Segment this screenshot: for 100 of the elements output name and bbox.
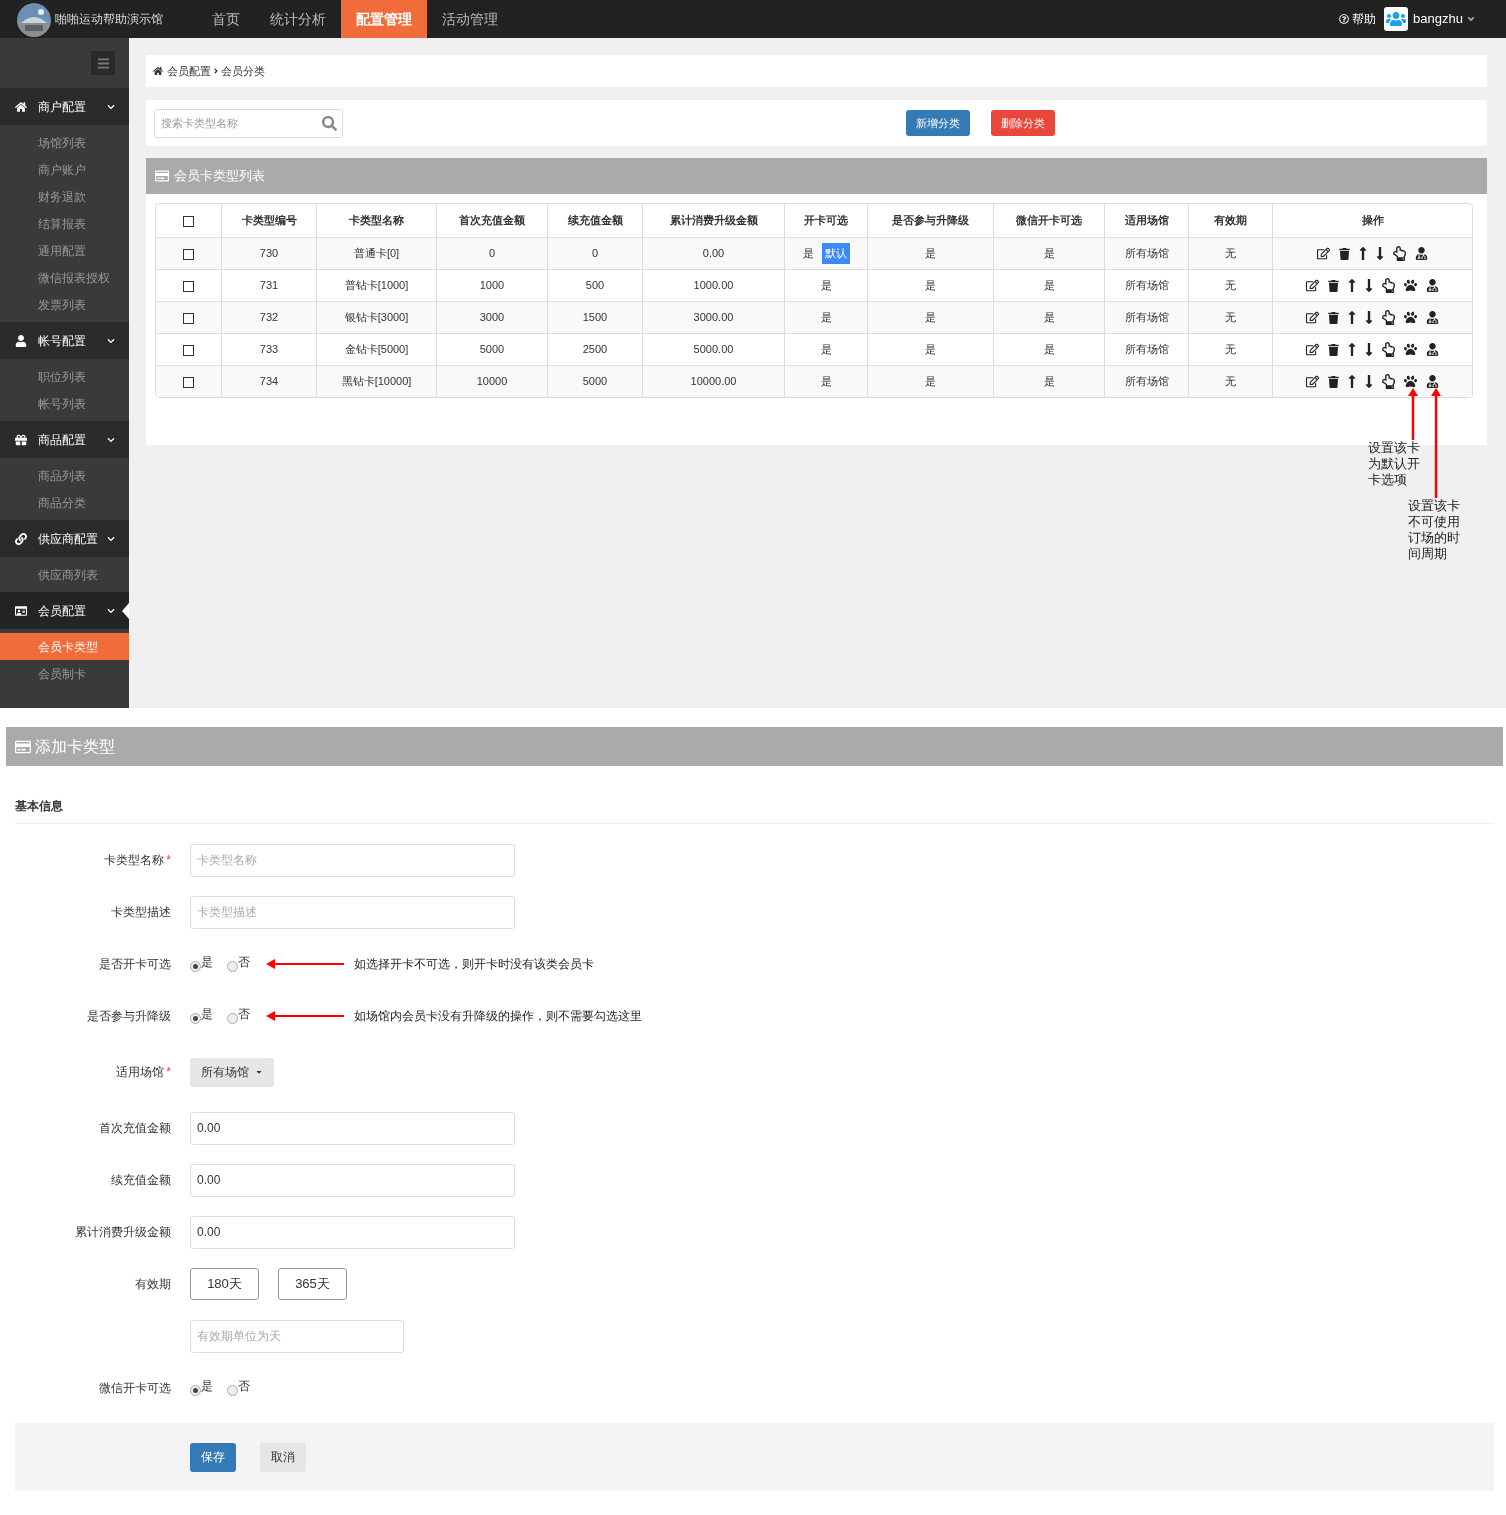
- sidebar-item[interactable]: 结算报表: [0, 210, 129, 237]
- person-icon[interactable]: [1426, 279, 1439, 292]
- duration-button[interactable]: 180天: [190, 1268, 259, 1300]
- radio-label[interactable]: 否: [238, 1377, 250, 1395]
- sidebar-group[interactable]: 供应商配置: [0, 520, 129, 557]
- edit-icon[interactable]: [1306, 311, 1319, 324]
- delete-icon[interactable]: [1339, 247, 1350, 260]
- radio-button[interactable]: [190, 1384, 201, 1396]
- sidebar-item[interactable]: 商户账户: [0, 156, 129, 183]
- venue-dropdown[interactable]: 所有场馆: [190, 1057, 274, 1087]
- input-field[interactable]: 卡类型名称: [190, 843, 515, 877]
- input-field[interactable]: 卡类型描述: [190, 895, 515, 929]
- input-field[interactable]: 有效期单位为天: [190, 1319, 404, 1353]
- sidebar-item[interactable]: 商品列表: [0, 462, 129, 489]
- sidebar-item[interactable]: 供应商列表: [0, 561, 129, 588]
- nav-tab[interactable]: 活动管理: [427, 0, 513, 38]
- input-field[interactable]: 0.00: [190, 1215, 515, 1249]
- arrow-down-icon[interactable]: [1376, 246, 1384, 261]
- save-button[interactable]: 保存: [190, 1442, 236, 1472]
- sidebar-item[interactable]: 职位列表: [0, 363, 129, 390]
- row-checkbox[interactable]: [183, 376, 194, 388]
- sidebar-group[interactable]: 商户配置: [0, 88, 129, 125]
- arrow-up-icon[interactable]: [1348, 374, 1356, 389]
- breadcrumb-link[interactable]: 会员配置: [167, 62, 211, 80]
- sidebar-item[interactable]: 发票列表: [0, 291, 129, 318]
- delete-icon[interactable]: [1328, 279, 1339, 292]
- edit-icon[interactable]: [1317, 247, 1330, 260]
- menu-icon[interactable]: [96, 56, 110, 70]
- select-all-checkbox[interactable]: [183, 215, 194, 227]
- person-icon[interactable]: [1426, 311, 1439, 324]
- edit-icon[interactable]: [1306, 375, 1319, 388]
- chevron-icon[interactable]: [107, 435, 115, 444]
- hand-icon[interactable]: [1382, 278, 1395, 293]
- arrow-up-icon[interactable]: [1348, 278, 1356, 293]
- add-button[interactable]: 新增分类: [906, 110, 970, 136]
- row-checkbox[interactable]: [183, 280, 194, 292]
- row-checkbox[interactable]: [183, 248, 194, 260]
- person-icon[interactable]: [1426, 375, 1439, 388]
- radio-button[interactable]: [190, 1012, 201, 1024]
- edit-icon[interactable]: [1306, 343, 1319, 356]
- row-checkbox[interactable]: [183, 312, 194, 324]
- person-icon[interactable]: [1426, 343, 1439, 356]
- edit-icon[interactable]: [1306, 279, 1319, 292]
- arrow-down-icon[interactable]: [1365, 310, 1373, 325]
- search-icon[interactable]: [322, 115, 337, 131]
- hand-icon[interactable]: [1382, 310, 1395, 325]
- radio-label[interactable]: 否: [238, 1005, 250, 1023]
- sidebar-item[interactable]: 帐号列表: [0, 390, 129, 417]
- row-checkbox[interactable]: [183, 344, 194, 356]
- search-field[interactable]: 搜索卡类型名称: [154, 108, 343, 138]
- radio-label[interactable]: 是: [201, 953, 213, 971]
- chevron-icon[interactable]: [107, 336, 115, 345]
- cancel-button[interactable]: 取消: [260, 1442, 306, 1472]
- arrow-up-icon[interactable]: [1348, 342, 1356, 357]
- sidebar-item[interactable]: 会员制卡: [0, 660, 129, 687]
- avatar-icon[interactable]: [1384, 7, 1409, 31]
- sidebar-group[interactable]: 商品配置: [0, 421, 129, 458]
- paw-icon[interactable]: [1404, 343, 1417, 356]
- paw-icon[interactable]: [1404, 375, 1417, 388]
- sidebar-item[interactable]: 微信报表授权: [0, 264, 129, 291]
- sidebar-group[interactable]: 帐号配置: [0, 322, 129, 359]
- arrow-up-icon[interactable]: [1348, 310, 1356, 325]
- radio-label[interactable]: 是: [201, 1005, 213, 1023]
- input-field[interactable]: 0.00: [190, 1111, 515, 1145]
- delete-icon[interactable]: [1328, 311, 1339, 324]
- delete-icon[interactable]: [1328, 343, 1339, 356]
- sidebar-item[interactable]: 商品分类: [0, 489, 129, 516]
- radio-button[interactable]: [190, 960, 201, 972]
- radio-button[interactable]: [227, 1384, 238, 1396]
- input-field[interactable]: 0.00: [190, 1163, 515, 1197]
- duration-button[interactable]: 365天: [278, 1268, 347, 1300]
- paw-icon[interactable]: [1404, 279, 1417, 292]
- radio-label[interactable]: 否: [238, 953, 250, 971]
- radio-label[interactable]: 是: [201, 1377, 213, 1395]
- radio-button[interactable]: [227, 960, 238, 972]
- sidebar-group[interactable]: 会员配置: [0, 592, 129, 629]
- hand-icon[interactable]: [1382, 374, 1395, 389]
- sidebar-item[interactable]: 财务退款: [0, 183, 129, 210]
- sidebar-item[interactable]: 通用配置: [0, 237, 129, 264]
- chevron-icon[interactable]: [107, 102, 115, 111]
- arrow-down-icon[interactable]: [1365, 374, 1373, 389]
- arrow-down-icon[interactable]: [1365, 278, 1373, 293]
- nav-tab[interactable]: 统计分析: [255, 0, 341, 38]
- user-name[interactable]: bangzhu: [1413, 9, 1463, 29]
- delete-button[interactable]: 删除分类: [991, 110, 1055, 136]
- arrow-up-icon[interactable]: [1359, 246, 1367, 261]
- delete-icon[interactable]: [1328, 375, 1339, 388]
- sidebar-item[interactable]: 场馆列表: [0, 129, 129, 156]
- help-icon[interactable]: [1339, 14, 1350, 24]
- menu-toggle[interactable]: [91, 51, 115, 75]
- chevron-icon[interactable]: [107, 606, 115, 615]
- help-link[interactable]: 帮助: [1352, 10, 1377, 28]
- arrow-down-icon[interactable]: [1365, 342, 1373, 357]
- hand-icon[interactable]: [1393, 246, 1406, 261]
- hand-icon[interactable]: [1382, 342, 1395, 357]
- caret-icon[interactable]: [1466, 14, 1476, 24]
- nav-tab[interactable]: 首页: [197, 0, 255, 38]
- person-icon[interactable]: [1415, 247, 1428, 260]
- radio-button[interactable]: [227, 1012, 238, 1024]
- chevron-icon[interactable]: [107, 534, 115, 543]
